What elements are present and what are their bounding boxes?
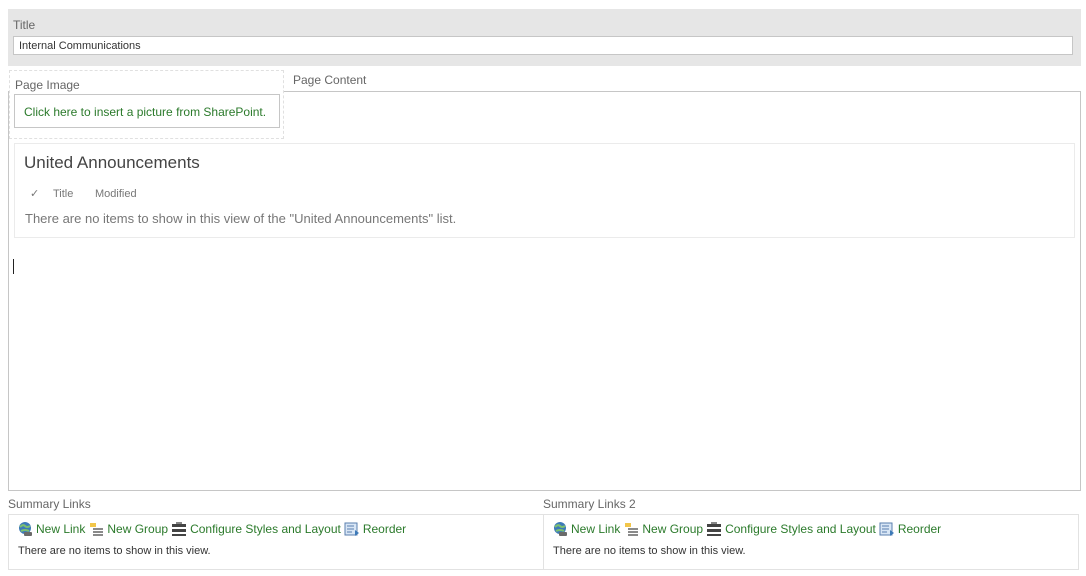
- new-link-button[interactable]: New Link: [17, 521, 85, 537]
- announcements-webpart: United Announcements ✓ Title Modified Th…: [14, 143, 1075, 238]
- page-image-label: Page Image: [15, 78, 80, 92]
- page-editor: Title Internal Communications Page Image…: [0, 0, 1086, 576]
- reorder-icon: [879, 522, 894, 536]
- new-group-label: New Group: [642, 522, 704, 536]
- new-link-label: New Link: [571, 522, 621, 536]
- configure-styles-label: Configure Styles and Layout: [190, 522, 341, 536]
- new-group-icon: [625, 523, 639, 536]
- summary-links-2-empty-message: There are no items to show in this view.: [553, 545, 746, 557]
- select-all-checkmark-icon[interactable]: ✓: [30, 187, 39, 200]
- reorder-label: Reorder: [897, 522, 942, 536]
- configure-styles-button[interactable]: Configure Styles and Layout: [706, 521, 876, 537]
- summary-links-2-label: Summary Links 2: [543, 497, 636, 511]
- summary-links-2-webpart: New Link New Group Configure Styles and …: [543, 514, 1079, 570]
- column-header-modified[interactable]: Modified: [95, 188, 137, 200]
- new-group-button[interactable]: New Group: [88, 521, 168, 537]
- reorder-button[interactable]: Reorder: [344, 521, 406, 537]
- new-link-label: New Link: [36, 522, 86, 536]
- webpart-title[interactable]: United Announcements: [24, 153, 200, 173]
- configure-styles-label: Configure Styles and Layout: [725, 522, 876, 536]
- reorder-icon: [344, 522, 359, 536]
- summary-links-webpart: New Link New Group Configure Styles and …: [8, 514, 544, 570]
- summary-links-empty-message: There are no items to show in this view.: [18, 545, 211, 557]
- new-link-button[interactable]: New Link: [552, 521, 620, 537]
- globe-link-icon: [554, 522, 567, 536]
- new-group-button[interactable]: New Group: [623, 521, 703, 537]
- summary-links-2-toolbar: New Link New Group Configure Styles and …: [552, 521, 944, 537]
- page-content-border: [284, 91, 1081, 92]
- title-input[interactable]: Internal Communications: [13, 36, 1073, 55]
- configure-styles-icon: [707, 522, 722, 536]
- title-label: Title: [13, 18, 36, 32]
- page-content-label: Page Content: [293, 73, 367, 87]
- column-header-title[interactable]: Title: [53, 188, 73, 200]
- globe-link-icon: [19, 522, 32, 536]
- new-group-label: New Group: [107, 522, 169, 536]
- summary-links-toolbar: New Link New Group Configure Styles and …: [17, 521, 409, 537]
- reorder-label: Reorder: [362, 522, 407, 536]
- text-cursor: [13, 259, 14, 274]
- new-group-icon: [90, 523, 104, 536]
- summary-links-label: Summary Links: [8, 497, 91, 511]
- reorder-button[interactable]: Reorder: [879, 521, 941, 537]
- title-field-section: Title Internal Communications: [8, 9, 1081, 66]
- webpart-empty-message: There are no items to show in this view …: [25, 211, 457, 226]
- configure-styles-button[interactable]: Configure Styles and Layout: [171, 521, 341, 537]
- configure-styles-icon: [172, 522, 187, 536]
